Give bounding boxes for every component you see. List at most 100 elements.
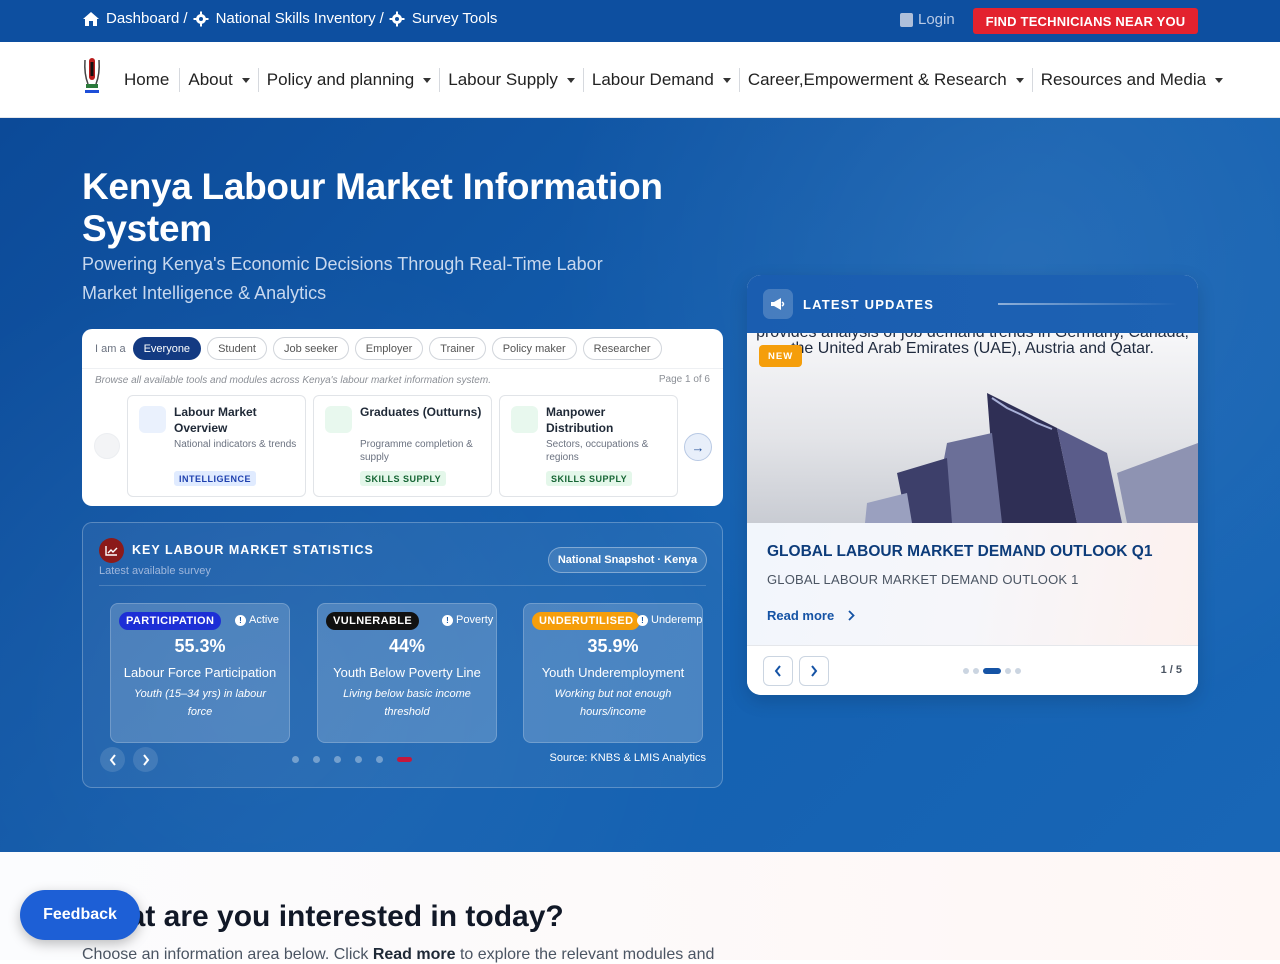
stats-title: KEY LABOUR MARKET STATISTICS xyxy=(132,543,374,557)
module-title: Labour Market Overview xyxy=(174,405,257,435)
pagination-dot[interactable] xyxy=(983,668,1001,674)
update-image[interactable]: provides analysis of job demand trends i… xyxy=(747,333,1198,523)
find-technicians-button[interactable]: ? FIND TECHNICIANS NEAR YOU xyxy=(973,8,1198,920)
stat-badge: VULNERABLE xyxy=(326,612,420,630)
pagination-dot[interactable] xyxy=(397,757,412,762)
pagination-dot[interactable] xyxy=(963,668,969,674)
updates-next-button[interactable] xyxy=(799,656,829,686)
stats-next-button[interactable] xyxy=(133,747,158,772)
stat-card: PARTICIPATION ! Active 55.3% Labour Force… xyxy=(110,603,290,743)
nav-labour-demand[interactable]: Labour Demand xyxy=(582,68,739,92)
pagination-dot[interactable] xyxy=(355,756,362,763)
hero-title: Kenya Labour Market Information System xyxy=(82,166,663,249)
stat-value: 55.3% xyxy=(174,636,226,656)
chevron-left-icon xyxy=(109,753,116,766)
nav-policy-planning[interactable]: Policy and planning xyxy=(257,68,439,92)
nav-career-research[interactable]: Career,Empowerment & Research xyxy=(738,68,1032,92)
caret-down-icon xyxy=(1215,77,1224,83)
updates-prev-button[interactable] xyxy=(763,656,793,686)
login-link[interactable]: Login xyxy=(900,11,955,28)
stat-value: 44% xyxy=(388,636,426,656)
caret-down-icon xyxy=(566,77,575,83)
stat-kind: !Underemployed xyxy=(637,614,702,626)
main-navbar: Home About Policy and planning Labour Su… xyxy=(0,42,1280,118)
stats-prev-button[interactable] xyxy=(100,747,125,772)
pagination-dot[interactable] xyxy=(292,756,299,763)
module-card[interactable]: Labour Market Overview National indicato… xyxy=(127,395,306,497)
next-arrow-button[interactable]: → xyxy=(684,433,712,461)
stat-label: Youth Underemployment xyxy=(541,665,685,680)
gear-icon xyxy=(389,11,405,26)
updates-header: LATEST UPDATES xyxy=(747,275,1198,333)
interest-subtitle: Choose an information area below. Click … xyxy=(82,946,715,963)
divider xyxy=(99,585,706,586)
module-card[interactable]: Graduates (Outturns) Programme completio… xyxy=(313,395,492,497)
persona-filter: I am a Everyone Student Job seeker Emplo… xyxy=(95,337,662,360)
stat-label: Youth Below Poverty Line xyxy=(333,665,481,680)
pagination-dot[interactable] xyxy=(376,756,383,763)
pagination-dot[interactable] xyxy=(1005,668,1011,674)
chip-policy-maker[interactable]: Policy maker xyxy=(491,337,577,360)
key-statistics-panel: KEY LABOUR MARKET STATISTICS Latest avai… xyxy=(82,522,723,788)
chip-researcher[interactable]: Researcher xyxy=(582,337,662,360)
hero-subtitle: Powering Kenya's Economic Decisions Thro… xyxy=(82,254,603,303)
module-title: Manpower Distribution xyxy=(546,405,614,435)
nav-about[interactable]: About xyxy=(179,68,257,92)
breadcrumb-skills-inventory[interactable]: National Skills Inventory xyxy=(192,10,376,27)
chip-everyone[interactable]: Everyone xyxy=(132,337,202,360)
snapshot-badge: National Snapshot · Kenya xyxy=(548,547,707,573)
stats-subtitle: Latest available survey xyxy=(99,565,211,577)
stats-source: Source: KNBS & LMIS Analytics xyxy=(549,752,706,764)
pagination-dot[interactable] xyxy=(313,756,320,763)
read-more-link[interactable]: Read more xyxy=(767,608,855,623)
module-tag: INTELLIGENCE xyxy=(174,471,257,486)
updates-footer: 1 / 5 xyxy=(747,645,1198,695)
chip-trainer[interactable]: Trainer xyxy=(429,337,486,360)
page-indicator: Page 1 of 6 xyxy=(658,374,710,385)
divider xyxy=(82,368,723,369)
update-headline[interactable]: GLOBAL LABOUR MARKET DEMAND OUTLOOK Q1 xyxy=(767,543,1152,561)
skyscraper-illustration xyxy=(865,393,1198,523)
persona-panel: I am a Everyone Student Job seeker Emplo… xyxy=(82,329,723,506)
persona-note: Browse all available tools and modules a… xyxy=(95,375,491,386)
module-description: Sectors, occupations & regions xyxy=(546,439,649,463)
pagination-dot[interactable] xyxy=(334,756,341,763)
caret-down-icon xyxy=(722,77,731,83)
nav-resources-media[interactable]: Resources and Media xyxy=(1031,68,1231,92)
update-summary: GLOBAL LABOUR MARKET DEMAND OUTLOOK 1 xyxy=(767,572,1079,587)
caret-down-icon xyxy=(241,77,250,83)
module-card[interactable]: Manpower Distribution Sectors, occupatio… xyxy=(499,395,678,497)
stat-kind: ! Poverty xyxy=(442,614,493,626)
pagination-dot[interactable] xyxy=(1015,668,1021,674)
persona-label: I am a xyxy=(95,342,126,355)
module-tag: SKILLS SUPPLY xyxy=(546,471,633,486)
megaphone-icon xyxy=(763,289,793,319)
breadcrumb-survey-tools[interactable]: Survey Tools xyxy=(388,10,497,27)
updates-pagination xyxy=(963,668,1021,674)
chevron-right-icon xyxy=(848,610,855,621)
chevron-left-icon xyxy=(774,665,781,677)
chip-employer[interactable]: Employer xyxy=(354,337,424,360)
info-icon: ! xyxy=(235,614,246,626)
feedback-button[interactable]: Feedback xyxy=(20,890,140,940)
chip-student[interactable]: Student xyxy=(207,337,267,360)
module-description: Programme completion & supply xyxy=(360,439,473,463)
new-badge: NEW xyxy=(759,345,803,367)
nav-home[interactable]: Home xyxy=(124,68,179,92)
stat-value: 35.9% xyxy=(587,636,639,656)
breadcrumb-dashboard[interactable]: Dashboard xyxy=(82,10,179,27)
breadcrumb-separator: / xyxy=(379,10,384,27)
nav-labour-supply[interactable]: Labour Supply xyxy=(439,68,583,92)
home-icon xyxy=(83,11,99,26)
stat-card: VULNERABLE ! Poverty 44% Youth Below Pove… xyxy=(317,603,497,743)
breadcrumb: Dashboard / National Skills Inventory / … xyxy=(82,10,497,27)
chip-job-seeker[interactable]: Job seeker xyxy=(272,337,349,360)
stat-detail: Living below basic income threshold xyxy=(343,688,471,718)
module-description: National indicators & trends xyxy=(174,439,297,450)
stats-pagination xyxy=(292,756,412,763)
kenya-coat-of-arms-logo[interactable] xyxy=(82,54,102,98)
stat-badge: PARTICIPATION xyxy=(119,612,222,630)
stat-card: UNDERUTILISED !Underemployed 35.9% Youth… xyxy=(523,603,703,743)
pagination-dot[interactable] xyxy=(973,668,979,674)
prev-arrow-button[interactable] xyxy=(94,433,120,459)
